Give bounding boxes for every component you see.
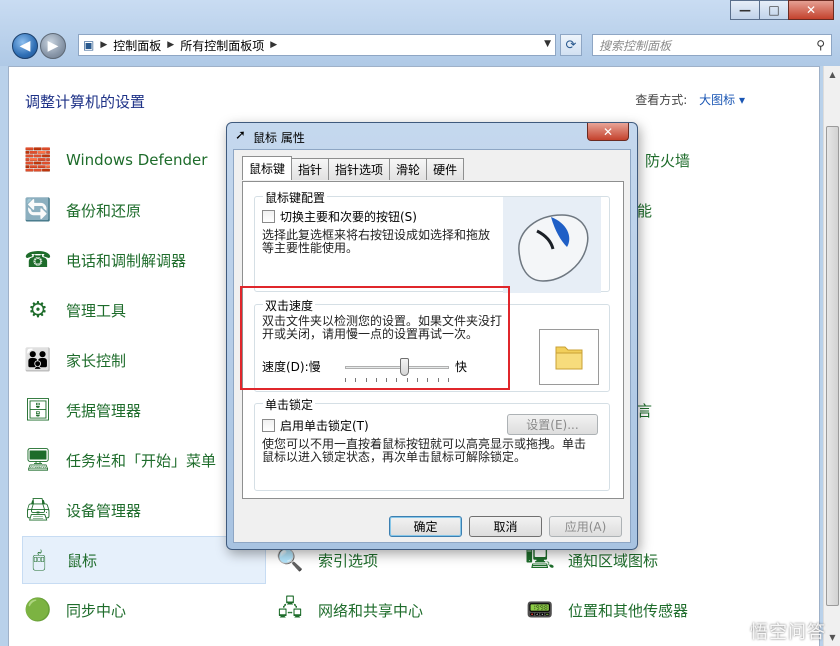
click-lock-settings-button[interactable]: 设置(E)...: [507, 414, 598, 435]
button-config-label: 鼠标键配置: [263, 189, 328, 206]
item-admin-tools[interactable]: ⚙ 管理工具: [22, 288, 232, 332]
back-button[interactable]: ◀: [12, 33, 38, 59]
item-partial-power[interactable]: 能: [637, 188, 677, 232]
search-placeholder: 搜索控制面板: [599, 38, 672, 53]
item-credential-manager[interactable]: 🗄 凭据管理器: [22, 388, 232, 432]
network-icon: 🖧: [277, 596, 303, 621]
item-phone-modem[interactable]: ☎ 电话和调制解调器: [22, 238, 232, 282]
view-by-label: 查看方式:: [635, 93, 688, 107]
checkbox-box[interactable]: [262, 210, 275, 223]
item-firewall[interactable]: 防火墙: [645, 138, 725, 182]
mouse-illustration: [503, 197, 601, 293]
maximize-button[interactable]: □: [759, 0, 789, 20]
item-backup[interactable]: 🔄 备份和还原: [22, 188, 232, 232]
device-manager-icon: 🖨: [24, 497, 52, 523]
dialog-close-button[interactable]: ✕: [587, 123, 629, 141]
button-config-desc: 选择此复选框来将右按钮设成如选择和拖放等主要性能使用。: [262, 228, 491, 255]
phone-icon: ☎: [24, 247, 52, 273]
page-title: 调整计算机的设置: [25, 93, 146, 111]
address-bar[interactable]: ▣ ▶ 控制面板 ▶ 所有控制面板项 ▶ ▼: [78, 34, 556, 56]
taskbar-icon: 🖥: [24, 447, 52, 473]
watermark-logo: 悟空问答: [750, 622, 826, 643]
mouse-image-icon: [518, 214, 589, 282]
test-folder[interactable]: [539, 329, 599, 385]
checkbox-box[interactable]: [262, 419, 275, 432]
apply-button[interactable]: 应用(A): [549, 516, 622, 537]
item-taskbar-start[interactable]: 🖥 任务栏和「开始」菜单: [22, 438, 232, 482]
view-by-dropdown[interactable]: 大图标 ▾: [699, 93, 745, 107]
window-topbar: [0, 0, 840, 66]
sensor-icon: 📟: [526, 597, 554, 623]
folder-icon: [555, 346, 583, 370]
breadcrumb-all-items[interactable]: 所有控制面板项: [180, 37, 264, 54]
ok-button[interactable]: 确定: [389, 516, 462, 537]
item-parental-control[interactable]: 👪 家长控制: [22, 338, 232, 382]
dialog-tabs: 鼠标键 指针 指针选项 滑轮 硬件: [242, 156, 465, 180]
search-icon[interactable]: ⚲: [816, 38, 825, 52]
search-input[interactable]: 搜索控制面板 ⚲: [592, 34, 832, 56]
scroll-down-icon[interactable]: ▼: [824, 629, 840, 646]
defender-wall-icon: 🧱: [24, 147, 52, 173]
credential-icon: 🗄: [24, 397, 52, 423]
tab-pointer-options[interactable]: 指针选项: [328, 158, 391, 180]
tab-pointers[interactable]: 指针: [291, 158, 330, 180]
item-location-sensors[interactable]: 📟 位置和其他传感器: [524, 588, 724, 632]
tab-wheel[interactable]: 滑轮: [389, 158, 428, 180]
mouse-icon: 🖱: [32, 547, 46, 573]
vertical-scrollbar[interactable]: ▲ ▼: [823, 66, 840, 646]
sync-icon: 🟢: [24, 597, 52, 623]
parental-icon: 👪: [24, 347, 52, 373]
item-sync-center[interactable]: 🟢 同步中心: [22, 588, 232, 632]
click-lock-label: 单击锁定: [263, 396, 316, 413]
refresh-button[interactable]: ⟳: [560, 34, 582, 56]
control-panel-icon: ▣: [83, 38, 95, 52]
close-button[interactable]: ✕: [788, 0, 834, 20]
view-by: 查看方式: 大图标 ▾: [635, 91, 745, 108]
scroll-up-icon[interactable]: ▲: [824, 66, 840, 83]
enable-click-lock-checkbox[interactable]: 启用单击锁定(T): [262, 417, 369, 434]
switch-buttons-checkbox[interactable]: 切换主要和次要的按钮(S): [262, 208, 417, 225]
window-controls: — □ ✕: [730, 0, 834, 20]
tab-hardware[interactable]: 硬件: [426, 158, 465, 180]
admin-tools-icon: ⚙: [28, 297, 48, 323]
dialog-title: 鼠标 属性: [253, 131, 305, 145]
breadcrumb-control-panel[interactable]: 控制面板: [113, 37, 161, 54]
item-partial-language[interactable]: 言: [637, 388, 677, 432]
mouse-pointer-icon: ➚: [235, 128, 246, 143]
item-network-sharing[interactable]: 🖧 网络和共享中心: [274, 588, 494, 632]
forward-button[interactable]: ▶: [40, 33, 66, 59]
highlight-box: [240, 286, 510, 390]
click-lock-desc: 使您可以不用一直按着鼠标按钮就可以高亮显示或拖拽。单击鼠标以进入锁定状态，再次单…: [262, 437, 587, 464]
item-windows-defender[interactable]: 🧱 Windows Defender: [22, 138, 232, 182]
item-device-manager[interactable]: 🖨 设备管理器: [22, 488, 232, 532]
backup-icon: 🔄: [24, 197, 52, 223]
address-dropdown-icon[interactable]: ▼: [544, 39, 551, 49]
tab-buttons[interactable]: 鼠标键: [242, 156, 293, 180]
minimize-button[interactable]: —: [730, 0, 760, 20]
scrollbar-thumb[interactable]: [826, 126, 839, 606]
cancel-button[interactable]: 取消: [469, 516, 542, 537]
